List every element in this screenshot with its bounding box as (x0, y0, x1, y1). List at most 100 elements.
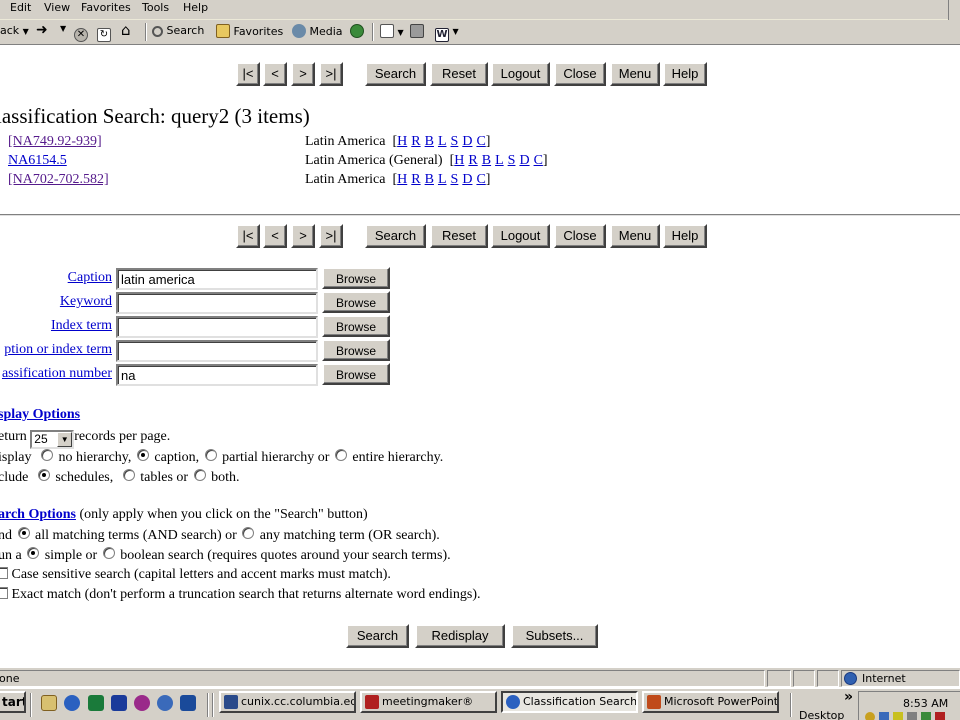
desktop-toolbar-label[interactable]: Desktop (799, 709, 844, 720)
prev-page-button[interactable]: < (263, 224, 287, 248)
home-icon[interactable]: ⌂ (121, 21, 131, 39)
search-options-heading[interactable]: arch Options (0, 507, 76, 522)
last-page-button[interactable]: >| (319, 224, 343, 248)
search-submit-button[interactable]: Search (346, 624, 409, 648)
tray-icon[interactable] (893, 712, 903, 720)
result-code[interactable]: [NA749.92-939] (8, 134, 102, 149)
result-action-link[interactable]: H (397, 172, 407, 187)
result-action-link[interactable]: B (425, 172, 434, 187)
schedules-radio[interactable] (37, 469, 50, 481)
display-options-heading[interactable]: splay Options (0, 407, 80, 423)
caption-input[interactable] (116, 268, 318, 290)
result-action-link[interactable]: R (411, 134, 420, 149)
refresh-icon[interactable]: ↻ (97, 24, 111, 42)
result-action-link[interactable]: H (454, 153, 464, 168)
case-sensitive-checkbox[interactable] (0, 567, 8, 579)
exact-match-checkbox[interactable] (0, 587, 8, 599)
task-meetingmaker[interactable]: meetingmaker® (360, 691, 497, 713)
tray-icon[interactable] (865, 712, 875, 720)
reset-button[interactable]: Reset (430, 62, 488, 86)
favorites-button[interactable]: Favorites (216, 24, 283, 40)
index-term-input[interactable] (116, 316, 318, 338)
or-search-radio[interactable] (242, 527, 255, 539)
tables-radio[interactable] (122, 469, 135, 481)
mail-icon[interactable]: ▼ (380, 24, 404, 40)
menu-view[interactable]: View (44, 1, 70, 14)
app-icon[interactable] (180, 695, 196, 711)
word-icon[interactable] (111, 695, 127, 711)
boolean-search-radio[interactable] (102, 547, 115, 559)
and-search-radio[interactable] (17, 527, 30, 539)
caption-or-index-term-label[interactable]: ption or index term (4, 342, 112, 358)
history-icon[interactable] (350, 24, 364, 40)
search-button[interactable]: Search (152, 24, 204, 40)
reset-button[interactable]: Reset (430, 224, 488, 248)
stop-icon[interactable]: ✕ (74, 24, 88, 42)
search-button[interactable]: Search (365, 62, 426, 86)
last-page-button[interactable]: >| (319, 62, 343, 86)
no-hierarchy-radio[interactable] (40, 449, 53, 461)
result-action-link[interactable]: C (476, 134, 485, 149)
start-button[interactable]: tart (0, 691, 26, 713)
menu-button[interactable]: Menu (610, 62, 660, 86)
menu-button[interactable]: Menu (610, 224, 660, 248)
chevron-right-icon[interactable]: » (844, 689, 853, 705)
task-cunix[interactable]: cunix.cc.columbia.ed... (219, 691, 356, 713)
result-action-link[interactable]: D (462, 172, 472, 187)
index-term-label[interactable]: Index term (51, 318, 112, 334)
desktop-icon[interactable] (41, 695, 57, 711)
caption-radio[interactable] (136, 449, 149, 461)
logout-button[interactable]: Logout (491, 224, 550, 248)
logout-button[interactable]: Logout (491, 62, 550, 86)
task-classification-search[interactable]: Classification Search ... (501, 691, 638, 713)
result-action-link[interactable]: C (534, 153, 543, 168)
caption-browse-button[interactable]: Browse (322, 267, 390, 289)
menu-help[interactable]: Help (183, 1, 208, 14)
tray-icon[interactable] (907, 712, 917, 720)
task-powerpoint[interactable]: Microsoft PowerPoint... (642, 691, 779, 713)
partial-hierarchy-radio[interactable] (204, 449, 217, 461)
menu-tools[interactable]: Tools (142, 1, 169, 14)
clock[interactable]: 8:53 AM (903, 697, 948, 710)
result-action-link[interactable]: L (495, 153, 504, 168)
menu-favorites[interactable]: Favorites (81, 1, 131, 14)
help-button[interactable]: Help (663, 62, 707, 86)
keyword-input[interactable] (116, 292, 318, 314)
search-button[interactable]: Search (365, 224, 426, 248)
result-action-link[interactable]: S (508, 153, 516, 168)
app-icon[interactable] (157, 695, 173, 711)
next-page-button[interactable]: > (291, 62, 315, 86)
result-action-link[interactable]: R (411, 172, 420, 187)
result-code-link[interactable]: NA6154.5 (8, 153, 67, 169)
help-button[interactable]: Help (663, 224, 707, 248)
result-action-link[interactable]: B (482, 153, 491, 168)
simple-search-radio[interactable] (27, 547, 40, 559)
back-button[interactable]: ack ▼ (0, 24, 29, 40)
classification-number-label[interactable]: assification number (2, 366, 112, 382)
result-action-link[interactable]: H (397, 134, 407, 149)
result-code[interactable]: [NA702-702.582] (8, 172, 109, 187)
result-action-link[interactable]: S (451, 172, 459, 187)
result-action-link[interactable]: B (425, 134, 434, 149)
forward-arrow-icon[interactable]: ➜ (36, 22, 48, 38)
result-action-link[interactable]: R (468, 153, 477, 168)
result-action-link[interactable]: S (451, 134, 459, 149)
both-radio[interactable] (193, 469, 206, 481)
caption-or-index-term-input[interactable] (116, 340, 318, 362)
entire-hierarchy-radio[interactable] (334, 449, 347, 461)
tray-icon[interactable] (879, 712, 889, 720)
close-button[interactable]: Close (554, 62, 606, 86)
close-button[interactable]: Close (554, 224, 606, 248)
result-code[interactable]: NA6154.5 (8, 153, 67, 168)
tray-icon[interactable] (921, 712, 931, 720)
result-code-link[interactable]: [NA702-702.582] (8, 172, 109, 188)
excel-icon[interactable] (88, 695, 104, 711)
result-code-link[interactable]: [NA749.92-939] (8, 134, 102, 150)
result-action-link[interactable]: C (476, 172, 485, 187)
classification-number-browse-button[interactable]: Browse (322, 363, 390, 385)
next-page-button[interactable]: > (291, 224, 315, 248)
records-per-page-select[interactable]: 25 ▼ (30, 430, 75, 449)
index-term-browse-button[interactable]: Browse (322, 315, 390, 337)
first-page-button[interactable]: |< (236, 62, 260, 86)
result-action-link[interactable]: L (438, 172, 447, 187)
